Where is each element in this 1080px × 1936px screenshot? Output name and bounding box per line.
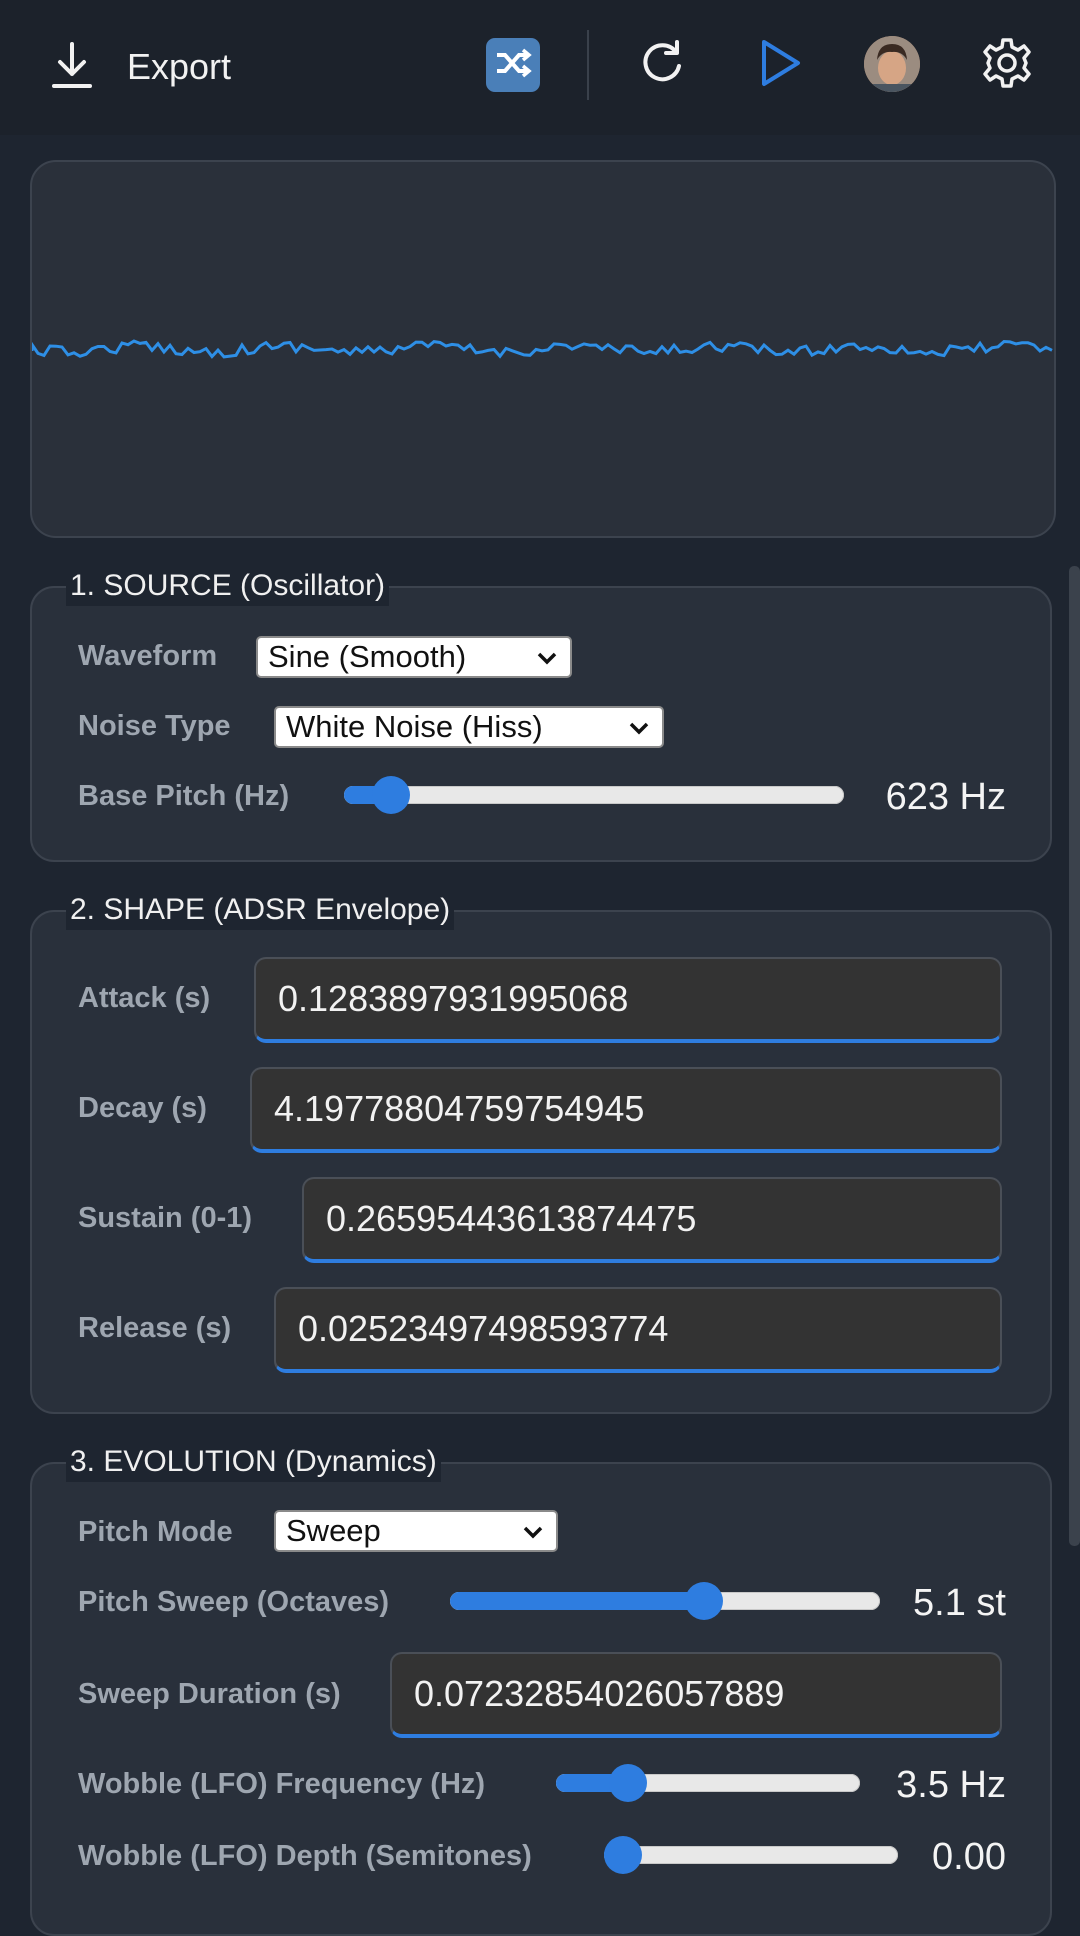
decay-input-value: 4.19778804759754945	[274, 1088, 645, 1129]
pitch-mode-select[interactable]: Sweep	[274, 1510, 558, 1552]
noise-type-select[interactable]: White Noise (Hiss)	[274, 706, 664, 748]
settings-button[interactable]	[980, 37, 1034, 94]
sweep-duration-input-value: 0.07232854026057889	[414, 1673, 785, 1714]
evolution-section-title: 3. EVOLUTION (Dynamics)	[66, 1442, 441, 1482]
pitch-mode-select-value: Sweep	[286, 1513, 381, 1548]
avatar[interactable]	[864, 36, 920, 92]
chevron-down-icon	[629, 722, 649, 735]
sustain-label: Sustain (0-1)	[78, 1202, 253, 1234]
sustain-input[interactable]: 0.26595443613874475	[302, 1177, 1002, 1263]
play-button[interactable]	[756, 38, 806, 92]
attack-input[interactable]: 0.1283897931995068	[254, 957, 1002, 1043]
base-pitch-label: Base Pitch (Hz)	[78, 780, 290, 812]
decay-label: Decay (s)	[78, 1092, 207, 1124]
shape-section-title: 2. SHAPE (ADSR Envelope)	[66, 890, 455, 930]
sustain-input-value: 0.26595443613874475	[326, 1198, 697, 1239]
slider-thumb[interactable]	[685, 1582, 724, 1620]
shape-section: 2. SHAPE (ADSR Envelope) Attack (s) 0.12…	[30, 890, 1052, 1414]
sweep-duration-label: Sweep Duration (s)	[78, 1678, 341, 1710]
slider-thumb[interactable]	[371, 776, 410, 814]
lfo-depth-slider[interactable]	[604, 1836, 898, 1874]
waveform-select-value: Sine (Smooth)	[268, 639, 467, 674]
noise-type-label: Noise Type	[78, 710, 231, 742]
waveform-select[interactable]: Sine (Smooth)	[256, 636, 572, 678]
chevron-down-icon	[523, 1526, 543, 1539]
lfo-frequency-label: Wobble (LFO) Frequency (Hz)	[78, 1768, 486, 1800]
waveform-line	[32, 339, 1053, 359]
waveform-label: Waveform	[78, 640, 218, 672]
waveform-svg	[32, 339, 1053, 359]
pitch-sweep-slider[interactable]	[450, 1582, 880, 1620]
refresh-icon	[638, 38, 686, 93]
source-section-title: 1. SOURCE (Oscillator)	[66, 566, 390, 606]
slider-fill	[450, 1592, 705, 1610]
noise-type-select-value: White Noise (Hiss)	[286, 709, 543, 744]
release-input[interactable]: 0.02523497498593774	[274, 1287, 1002, 1373]
pitch-mode-label: Pitch Mode	[78, 1516, 233, 1548]
lfo-frequency-slider[interactable]	[556, 1764, 860, 1802]
toolbar-divider	[587, 30, 589, 100]
slider-thumb[interactable]	[609, 1764, 648, 1802]
evolution-section: 3. EVOLUTION (Dynamics) Pitch Mode Sweep…	[30, 1442, 1052, 1936]
slider-track	[344, 786, 844, 804]
refresh-button[interactable]	[637, 38, 687, 92]
attack-label: Attack (s)	[78, 982, 211, 1014]
base-pitch-slider[interactable]	[344, 776, 844, 814]
slider-track	[604, 1846, 898, 1864]
attack-input-value: 0.1283897931995068	[278, 978, 629, 1019]
lfo-depth-label: Wobble (LFO) Depth (Semitones)	[78, 1840, 532, 1872]
export-label: Export	[127, 46, 232, 87]
base-pitch-value: 623 Hz	[885, 776, 1006, 818]
download-icon	[50, 40, 94, 95]
waveform-display	[30, 160, 1056, 538]
pitch-sweep-label: Pitch Sweep (Octaves)	[78, 1586, 390, 1618]
top-toolbar: Export	[0, 0, 1080, 135]
sweep-duration-input[interactable]: 0.07232854026057889	[390, 1652, 1002, 1738]
source-section: 1. SOURCE (Oscillator) Waveform Sine (Sm…	[30, 566, 1052, 862]
decay-input[interactable]: 4.19778804759754945	[250, 1067, 1002, 1153]
slider-thumb[interactable]	[604, 1836, 642, 1874]
play-icon	[758, 38, 804, 93]
scrollbar-thumb[interactable]	[1069, 566, 1080, 1546]
pitch-sweep-value: 5.1 st	[913, 1582, 1006, 1624]
gear-icon	[981, 37, 1033, 94]
lfo-frequency-value: 3.5 Hz	[896, 1764, 1006, 1806]
release-input-value: 0.02523497498593774	[298, 1308, 669, 1349]
chevron-down-icon	[537, 652, 557, 665]
shuffle-button[interactable]	[486, 38, 540, 92]
lfo-depth-value: 0.00	[932, 1836, 1006, 1878]
export-button[interactable]: Export	[50, 38, 231, 96]
shuffle-icon	[494, 47, 532, 84]
release-label: Release (s)	[78, 1312, 232, 1344]
